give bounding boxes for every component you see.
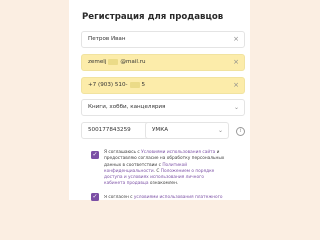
phone-field[interactable]: +7 (903) 510- 5 ×	[81, 77, 245, 94]
email-value-start: zemelj	[88, 59, 107, 65]
phone-value-end: 5	[141, 82, 146, 88]
consent-text-payment: Я согласен с условиями использования пла…	[104, 195, 223, 200]
payment-terms-link[interactable]: условиями использования платёжного	[134, 195, 223, 200]
category-select[interactable]: Книги, хобби, канцелярия ⌄	[81, 99, 245, 116]
name-field[interactable]: Петров Иван ×	[81, 31, 245, 48]
masked-text	[108, 58, 119, 65]
chevron-down-icon: ⌄	[233, 104, 239, 111]
email-value-end: @mail.ru	[120, 59, 146, 65]
company-select[interactable]: УМКА ⌄	[145, 122, 229, 139]
phone-value-start: +7 (903) 510-	[88, 82, 128, 88]
chevron-down-icon: ⌄	[217, 127, 223, 134]
clear-icon[interactable]: ×	[233, 78, 239, 93]
name-value: Петров Иван	[88, 36, 126, 42]
clear-icon[interactable]: ×	[233, 55, 239, 70]
masked-text	[129, 81, 140, 88]
category-value: Книги, хобби, канцелярия	[88, 104, 166, 110]
terms-link[interactable]: Условиями использования сайта	[141, 150, 215, 155]
consent-text-terms: Я соглашаюсь с Условиями использования с…	[104, 150, 225, 187]
page-title: Регистрация для продавцов	[82, 12, 224, 22]
consent-checkbox-payment[interactable]: ✓	[91, 193, 99, 201]
info-icon[interactable]: i	[236, 127, 245, 136]
clear-icon[interactable]: ×	[233, 32, 239, 47]
company-value: УМКА	[152, 127, 169, 133]
email-field[interactable]: zemelj @mail.ru ×	[81, 54, 245, 71]
inn-value: 500177843259	[88, 127, 131, 133]
consent-checkbox-terms[interactable]: ✓	[91, 151, 99, 159]
